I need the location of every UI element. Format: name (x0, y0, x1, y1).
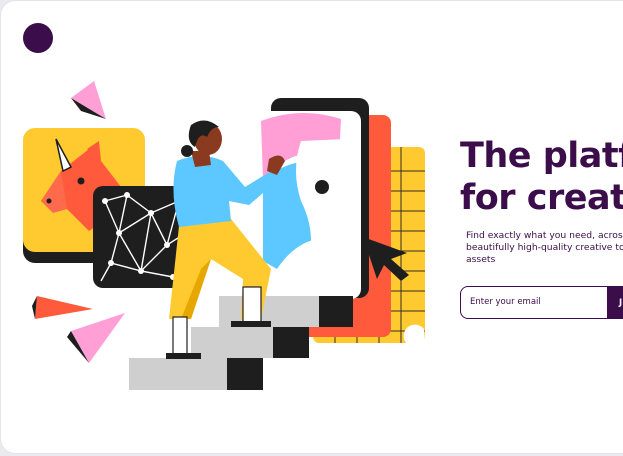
hero-card: The platfo for creativ Find exactly what… (1, 1, 623, 453)
hero-illustration (23, 81, 425, 390)
email-input[interactable] (461, 287, 607, 317)
headline-line-2: for creativ (460, 178, 623, 218)
pink-triangle-bottom (71, 313, 125, 363)
hero-subtext: Find exactly what you need, across t of … (466, 230, 623, 265)
red-triangle (35, 296, 93, 319)
headline-line-1: The platfo (460, 136, 623, 176)
join-button[interactable]: J (607, 287, 623, 318)
email-signup-form: J (460, 286, 623, 319)
hero-headline: The platfo for creativ (460, 135, 623, 219)
